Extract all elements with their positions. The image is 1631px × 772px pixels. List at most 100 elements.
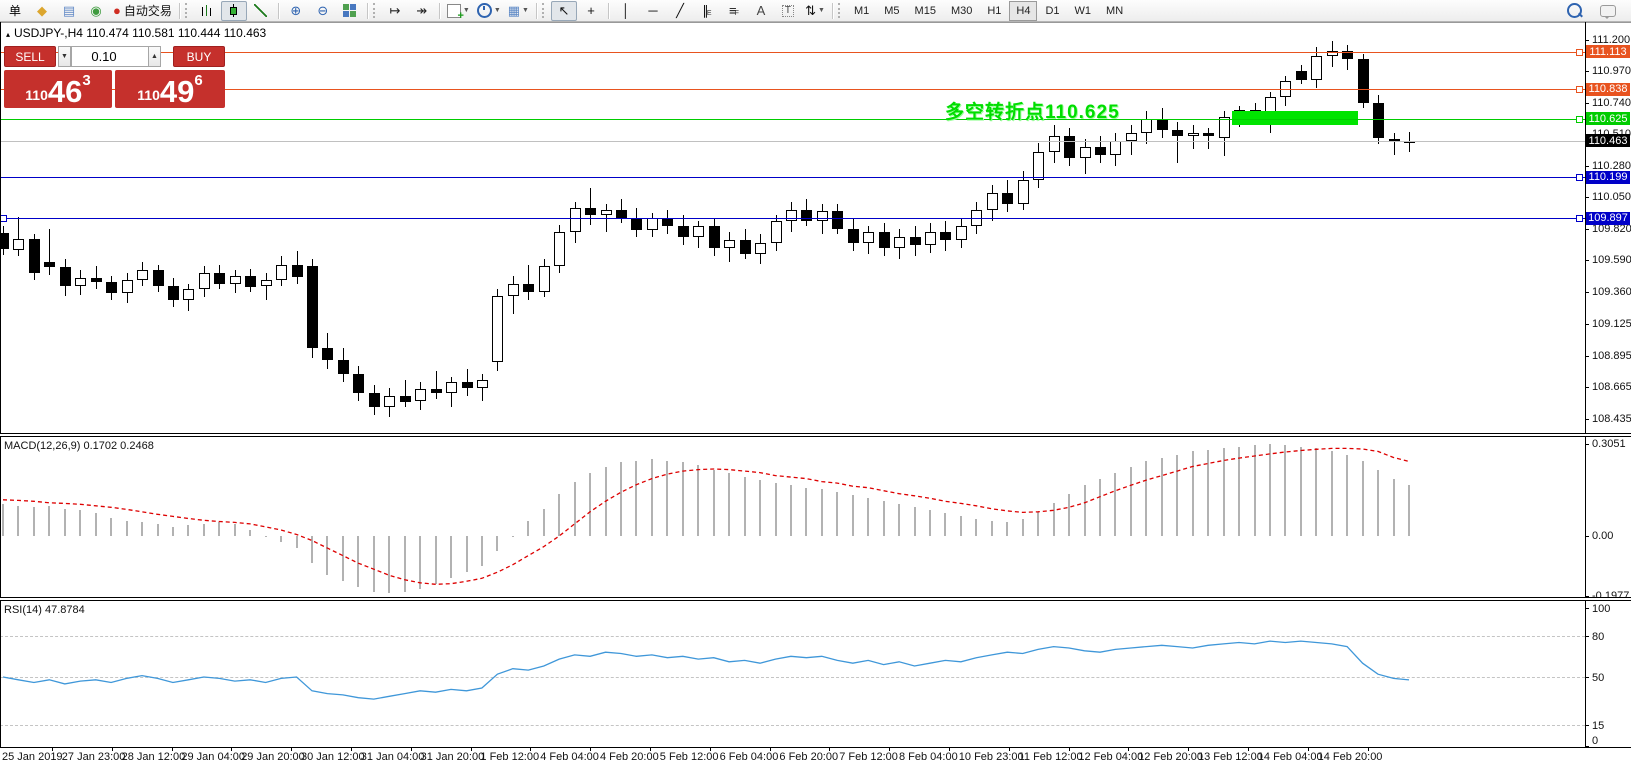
timeframe-h1-button[interactable]: H1 bbox=[980, 1, 1008, 21]
time-axis-label: 27 Jan 23:00 bbox=[62, 751, 126, 763]
text-label-icon: T bbox=[782, 5, 794, 17]
timeframe-h4-button[interactable]: H4 bbox=[1009, 1, 1037, 21]
collapse-chart-icon[interactable]: ▴ bbox=[6, 30, 10, 39]
connection-icon[interactable]: ◉ bbox=[83, 1, 109, 21]
toolbar-grip[interactable] bbox=[838, 3, 843, 18]
macd-histogram-bar bbox=[311, 536, 313, 563]
macd-histogram-bar bbox=[1114, 473, 1116, 536]
crosshair-icon[interactable]: + bbox=[578, 1, 604, 21]
timeframe-m5-button[interactable]: M5 bbox=[877, 1, 906, 21]
time-axis-label: 28 Jan 12:00 bbox=[122, 751, 186, 763]
cursor-icon[interactable]: ↖ bbox=[551, 1, 577, 21]
timeframe-mn-button[interactable]: MN bbox=[1099, 1, 1130, 21]
period-icon bbox=[477, 3, 492, 18]
dropdown-caret-icon[interactable]: ▼ bbox=[818, 7, 825, 14]
text-label-icon[interactable]: T bbox=[775, 1, 801, 21]
toolbar-separator bbox=[608, 3, 609, 19]
rsi-tick-label: 50 bbox=[1592, 672, 1604, 684]
sell-button[interactable]: SELL bbox=[4, 46, 56, 67]
fibonacci-icon[interactable]: ≡F bbox=[721, 1, 747, 21]
channel-icon[interactable]: ∥E bbox=[694, 1, 720, 21]
tile-windows-icon[interactable] bbox=[337, 1, 363, 21]
price-badge: 111.113 bbox=[1586, 45, 1630, 58]
chat-button[interactable] bbox=[1595, 1, 1621, 21]
timeframe-m30-button[interactable]: M30 bbox=[944, 1, 979, 21]
time-axis-label: 12 Feb 20:00 bbox=[1138, 751, 1203, 763]
macd-histogram-bar bbox=[589, 473, 591, 536]
arrows-icon[interactable]: ⇅▼ bbox=[802, 1, 828, 21]
vline-icon[interactable]: │ bbox=[613, 1, 639, 21]
timeframe-m15-button[interactable]: M15 bbox=[908, 1, 943, 21]
macd-histogram-bar bbox=[697, 465, 699, 536]
timeframe-w1-button[interactable]: W1 bbox=[1068, 1, 1099, 21]
toolbar: 单◆▤◉●自动交易⊕⊖↦↠▼▼▦▼↖+│─╱∥E≡FAT⇅▼M1M5M15M30… bbox=[0, 0, 1631, 22]
timeframe-m1-button[interactable]: M1 bbox=[847, 1, 876, 21]
zoom-out-icon[interactable]: ⊖ bbox=[310, 1, 336, 21]
macd-histogram-bar bbox=[1037, 512, 1039, 536]
trendline-icon: ╱ bbox=[676, 4, 684, 17]
trendline-icon[interactable]: ╱ bbox=[667, 1, 693, 21]
toolbar-bottom-border bbox=[0, 22, 1631, 23]
toolbar-separator bbox=[367, 3, 368, 19]
dropdown-caret-icon[interactable]: ▼ bbox=[522, 7, 529, 14]
time-axis-label: 1 Feb 12:00 bbox=[480, 751, 539, 763]
toolbar-grip[interactable] bbox=[373, 3, 378, 18]
text-icon[interactable]: A bbox=[748, 1, 774, 21]
macd-histogram-bar bbox=[558, 494, 560, 536]
line-chart-icon[interactable] bbox=[248, 1, 274, 21]
time-axis-label: 8 Feb 04:00 bbox=[899, 751, 958, 763]
macd-histogram-bar bbox=[435, 536, 437, 584]
macd-histogram-bar bbox=[1284, 445, 1286, 536]
bar-chart-icon[interactable] bbox=[194, 1, 220, 21]
macd-histogram-bar bbox=[48, 506, 50, 536]
macd-histogram-bar bbox=[218, 522, 220, 536]
autotrade-button[interactable]: ●自动交易 bbox=[110, 1, 175, 21]
macd-histogram-bar bbox=[1223, 448, 1225, 536]
volume-increment-button[interactable]: ▲ bbox=[148, 46, 161, 67]
panel-divider-rsi[interactable] bbox=[0, 597, 1631, 601]
toolbar-grip[interactable] bbox=[185, 3, 190, 18]
autotrade-label: 自动交易 bbox=[124, 2, 172, 19]
template-icon[interactable]: ▦▼ bbox=[505, 1, 532, 21]
macd-histogram-bar bbox=[975, 519, 977, 536]
volume-decrement-button[interactable]: ▼ bbox=[58, 46, 71, 67]
hline-icon[interactable]: ─ bbox=[640, 1, 666, 21]
timeframe-d1-button[interactable]: D1 bbox=[1038, 1, 1066, 21]
buy-price-button[interactable]: 110496 bbox=[115, 70, 225, 108]
autotrade-button: ● bbox=[113, 4, 121, 17]
period-icon[interactable]: ▼ bbox=[474, 1, 504, 21]
macd-histogram-bar bbox=[466, 536, 468, 572]
macd-histogram-bar bbox=[1207, 450, 1209, 536]
price-badge: 110.199 bbox=[1586, 171, 1630, 184]
chart-window-icon: ▤ bbox=[63, 4, 75, 17]
new-order-partial-label[interactable]: 单 bbox=[2, 1, 28, 21]
find-symbol-icon bbox=[1567, 3, 1582, 18]
macd-histogram-bar bbox=[187, 525, 189, 536]
toolbar-grip[interactable] bbox=[542, 3, 547, 18]
macd-histogram-bar bbox=[1130, 467, 1132, 537]
chart-shift-icon[interactable]: ↦ bbox=[382, 1, 408, 21]
time-axis-label: 14 Feb 20:00 bbox=[1318, 751, 1383, 763]
buy-price-big: 49 bbox=[160, 77, 194, 106]
macd-histogram-bar bbox=[203, 524, 205, 536]
buy-button[interactable]: BUY bbox=[173, 46, 225, 67]
zoom-in-icon[interactable]: ⊕ bbox=[283, 1, 309, 21]
tile-windows-icon bbox=[343, 4, 356, 17]
macd-histogram-bar bbox=[960, 516, 962, 536]
sell-price-button[interactable]: 110463 bbox=[4, 70, 112, 108]
candlestick-chart-icon[interactable] bbox=[221, 1, 247, 21]
chart-window-icon[interactable]: ▤ bbox=[56, 1, 82, 21]
panel-divider-macd[interactable] bbox=[0, 433, 1631, 437]
macd-histogram-bar bbox=[265, 536, 267, 537]
time-axis-label: 10 Feb 23:00 bbox=[959, 751, 1024, 763]
toolbar-separator bbox=[179, 3, 180, 19]
volume-input[interactable] bbox=[71, 46, 149, 67]
find-symbol-button[interactable] bbox=[1561, 1, 1587, 21]
dropdown-caret-icon[interactable]: ▼ bbox=[494, 7, 501, 14]
auto-scroll-icon[interactable]: ↠ bbox=[409, 1, 435, 21]
cursor-icon: ↖ bbox=[559, 4, 570, 17]
dropdown-caret-icon[interactable]: ▼ bbox=[463, 7, 470, 14]
new-chart-icon[interactable]: ▼ bbox=[444, 1, 473, 21]
new-order-icon[interactable]: ◆ bbox=[29, 1, 55, 21]
macd-histogram-bar bbox=[1254, 445, 1256, 536]
